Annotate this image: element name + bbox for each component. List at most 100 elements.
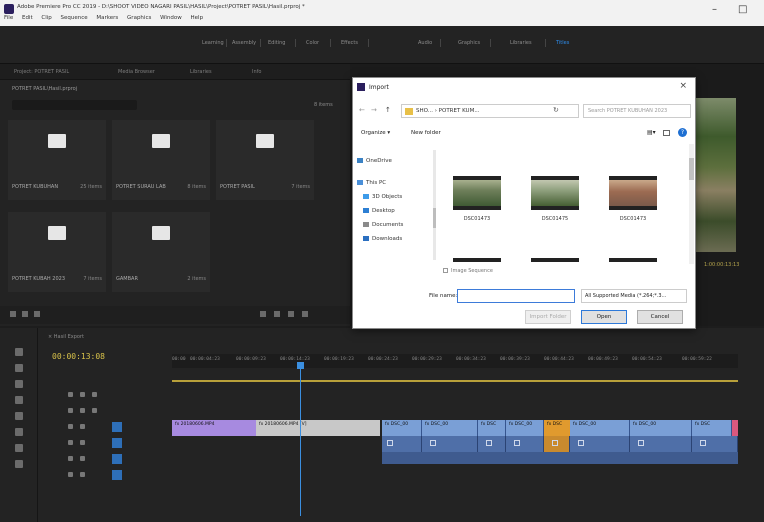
list-view-icon[interactable] — [22, 311, 28, 317]
timeline-clip[interactable]: fx 20180606.MP4 [V] — [256, 420, 380, 436]
menu-graphics[interactable]: Graphics — [127, 15, 151, 21]
project-search-input[interactable] — [12, 100, 137, 110]
bin-item[interactable]: POTRET SURAU LAB 8 items — [112, 120, 210, 200]
new-bin-icon[interactable] — [274, 311, 280, 317]
workspace-tab-libraries[interactable]: Libraries — [510, 40, 532, 46]
timeline-clip[interactable]: fx 20180606.MP4 — [172, 420, 256, 436]
close-icon[interactable]: × — [679, 81, 687, 91]
back-arrow-icon[interactable]: ← — [359, 106, 365, 114]
razor-tool-icon[interactable] — [15, 396, 23, 404]
trash-icon[interactable] — [302, 311, 308, 317]
track-sync-icon[interactable] — [80, 392, 85, 397]
maximize-button[interactable]: □ — [738, 4, 747, 15]
timeline-clip[interactable]: fx DSC_00 — [506, 420, 544, 436]
audio-track-a1[interactable] — [382, 436, 738, 452]
preview-pane-icon[interactable] — [663, 130, 670, 136]
nav-item-desktop[interactable]: Desktop — [363, 208, 395, 214]
track-lock-icon[interactable] — [68, 440, 73, 445]
file-item[interactable]: DSC01475 — [525, 144, 585, 222]
workspace-tab-editing[interactable]: Editing — [268, 40, 285, 46]
track-select-tool-icon[interactable] — [15, 364, 23, 372]
track-mute-icon[interactable] — [80, 456, 85, 461]
search-icon[interactable] — [260, 311, 266, 317]
audio-clip[interactable] — [692, 436, 738, 452]
file-item-partial[interactable] — [531, 258, 579, 262]
track-eye-icon[interactable] — [92, 408, 97, 413]
nav-scrollbar-thumb[interactable] — [433, 208, 436, 228]
search-input[interactable]: Search POTRET KUBUHAN 2023 — [583, 104, 691, 118]
lock-icon[interactable] — [10, 311, 16, 317]
file-item-partial[interactable] — [609, 258, 657, 262]
tab-info[interactable]: Info — [252, 69, 261, 75]
file-scrollbar-thumb[interactable] — [689, 158, 694, 180]
track-lock-icon[interactable] — [68, 424, 73, 429]
file-item[interactable]: DSC01473 — [447, 144, 507, 222]
nav-item-this-pc[interactable]: This PC — [357, 180, 386, 186]
ripple-edit-tool-icon[interactable] — [15, 380, 23, 388]
menu-clip[interactable]: Clip — [41, 15, 51, 21]
hand-tool-icon[interactable] — [15, 444, 23, 452]
time-ruler[interactable]: 00:00 00:00:04:23 00:00:09:23 00:00:14:2… — [172, 354, 738, 368]
track-lock-icon[interactable] — [68, 408, 73, 413]
track-target-a2[interactable] — [112, 454, 122, 464]
track-lock-icon[interactable] — [68, 392, 73, 397]
track-lock-icon[interactable] — [68, 472, 73, 477]
bin-item[interactable]: POTRET KUBAH 2023 7 items — [8, 212, 106, 292]
timeline-clip[interactable]: fx DSC_00 — [422, 420, 478, 436]
timeline-clip[interactable]: fx DSC — [692, 420, 732, 436]
import-folder-button[interactable]: Import Folder — [525, 310, 571, 324]
new-folder-button[interactable]: New folder — [411, 130, 441, 136]
help-icon[interactable]: ? — [678, 128, 687, 137]
cancel-button[interactable]: Cancel — [637, 310, 683, 324]
file-type-select[interactable]: All Supported Media (*.264;*.3... — [581, 289, 687, 303]
organize-button[interactable]: Organize ▾ — [361, 130, 390, 136]
nav-item-3d-objects[interactable]: 3D Objects — [363, 194, 402, 200]
minimize-button[interactable]: – — [712, 4, 717, 15]
refresh-icon[interactable]: ↻ — [553, 106, 559, 114]
timeline-clip[interactable]: fx DSC — [478, 420, 506, 436]
icon-view-icon[interactable] — [34, 311, 40, 317]
pen-tool-icon[interactable] — [15, 428, 23, 436]
audio-track-a2[interactable] — [382, 452, 738, 464]
forward-arrow-icon[interactable]: → — [371, 106, 377, 114]
audio-clip[interactable] — [382, 436, 422, 452]
timeline-clip[interactable]: fx DSC_00 — [570, 420, 630, 436]
audio-clip[interactable] — [570, 436, 630, 452]
workspace-tab-color[interactable]: Color — [306, 40, 319, 46]
workspace-tab-assembly[interactable]: Assembly — [232, 40, 256, 46]
track-sync-icon[interactable] — [80, 424, 85, 429]
tab-media-browser[interactable]: Media Browser — [118, 69, 155, 75]
bin-item[interactable]: POTRET KUBUHAN 25 items — [8, 120, 106, 200]
menu-help[interactable]: Help — [191, 15, 204, 21]
audio-clip[interactable] — [506, 436, 544, 452]
workspace-tab-audio[interactable]: Audio — [418, 40, 432, 46]
type-tool-icon[interactable] — [15, 460, 23, 468]
menu-window[interactable]: Window — [160, 15, 182, 21]
menu-edit[interactable]: Edit — [22, 15, 33, 21]
timeline-clip[interactable]: fx DSC — [544, 420, 570, 436]
track-mute-icon[interactable] — [80, 472, 85, 477]
file-name-input[interactable] — [457, 289, 575, 303]
menu-markers[interactable]: Markers — [96, 15, 118, 21]
track-target-a1[interactable] — [112, 438, 122, 448]
view-mode-icon[interactable]: ▤▾ — [647, 129, 656, 136]
timeline-clip[interactable]: fx DSC_00 — [630, 420, 692, 436]
image-sequence-option[interactable]: Image Sequence — [443, 268, 493, 274]
sequence-tab[interactable]: × Hasil Export — [48, 334, 84, 340]
nav-item-downloads[interactable]: Downloads — [363, 236, 402, 242]
menu-file[interactable]: File — [4, 15, 13, 21]
timeline-timecode[interactable]: 00:00:13:08 — [52, 352, 105, 361]
nav-scrollbar[interactable] — [433, 150, 436, 260]
workspace-tab-titles[interactable]: Titles — [556, 40, 569, 46]
timeline-clip-end[interactable] — [732, 420, 738, 436]
track-sync-icon[interactable] — [80, 408, 85, 413]
track-lock-icon[interactable] — [68, 456, 73, 461]
file-item-partial[interactable] — [453, 258, 501, 262]
menu-sequence[interactable]: Sequence — [61, 15, 88, 21]
track-eye-icon[interactable] — [92, 392, 97, 397]
image-sequence-checkbox[interactable] — [443, 268, 448, 273]
timeline-clip[interactable]: fx DSC_00 — [382, 420, 422, 436]
audio-clip[interactable] — [422, 436, 478, 452]
new-item-icon[interactable] — [288, 311, 294, 317]
track-target-v1[interactable] — [112, 422, 122, 432]
